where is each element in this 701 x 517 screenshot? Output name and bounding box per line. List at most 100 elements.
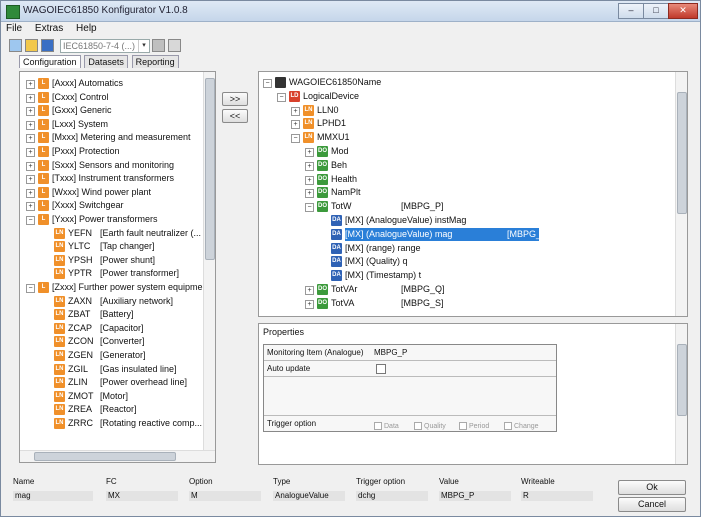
expand-icon[interactable]: +: [291, 106, 300, 116]
library-group-item[interactable]: + L [Xxxx] Switchgear: [20, 199, 200, 212]
library-leaf-item[interactable]: LN ZGIL [Gas insulated line]: [20, 363, 200, 376]
collapse-icon[interactable]: −: [26, 216, 35, 225]
library-tree-scrollbar[interactable]: [203, 72, 215, 450]
device-tree-item[interactable]: DA [MX] (AnalogueValue) instMag: [259, 214, 669, 227]
device-tree-item[interactable]: − LD LogicalDevice: [259, 90, 669, 103]
menu-file[interactable]: File: [1, 22, 27, 36]
property-value[interactable]: MBPG_P: [374, 345, 407, 360]
library-leaf-item[interactable]: LN ZCON [Converter]: [20, 335, 200, 348]
library-group-item[interactable]: + L [Pxxx] Protection: [20, 145, 200, 158]
remove-node-button[interactable]: <<: [222, 109, 248, 123]
library-leaf-item[interactable]: LN YLTC [Tap changer]: [20, 240, 200, 253]
device-tree-item[interactable]: − LN MMXU1: [259, 131, 669, 144]
collapse-icon[interactable]: −: [263, 79, 272, 88]
auto-update-checkbox[interactable]: [376, 364, 386, 374]
trigger-option-change[interactable]: Change: [504, 419, 539, 434]
new-icon[interactable]: [9, 39, 22, 52]
properties-scrollbar[interactable]: [675, 324, 687, 464]
ok-button[interactable]: Ok: [618, 480, 686, 495]
collapse-icon[interactable]: −: [277, 92, 286, 102]
expand-icon[interactable]: +: [26, 188, 35, 198]
device-tree-scrollbar[interactable]: [675, 72, 687, 316]
expand-icon[interactable]: +: [305, 148, 314, 157]
collapse-icon[interactable]: −: [291, 134, 300, 144]
chevron-down-icon[interactable]: ▾: [138, 40, 149, 52]
library-group-item[interactable]: + L [Sxxx] Sensors and monitoring: [20, 159, 200, 172]
maximize-button[interactable]: □: [643, 3, 669, 19]
library-leaf-item[interactable]: LN ZRRC [Rotating reactive comp...: [20, 417, 202, 430]
library-group-item[interactable]: + L [Txxx] Instrument transformers: [20, 172, 200, 185]
library-group-item[interactable]: + L [Gxxx] Generic: [20, 104, 200, 117]
expand-icon[interactable]: +: [26, 175, 35, 185]
minimize-button[interactable]: –: [618, 3, 644, 19]
properties-scroll-thumb[interactable]: [677, 344, 687, 416]
library-tree[interactable]: + L [Axxx] Automatics + L [Cxxx] Control + L [Gx…: [19, 71, 216, 463]
device-tree-item[interactable]: DA [MX] (range) range: [259, 242, 669, 255]
device-tree-item[interactable]: + LN LPHD1: [259, 117, 669, 130]
device-tree-item[interactable]: + LN LLN0: [259, 104, 669, 117]
library-tree-hscrollbar[interactable]: [20, 450, 215, 462]
tab-configuration[interactable]: Configuration: [19, 55, 81, 68]
device-tree-item[interactable]: DA [MX] (Quality) q: [259, 255, 669, 268]
expand-icon[interactable]: +: [26, 107, 35, 117]
library-group-item[interactable]: + L [Lxxx] System: [20, 118, 200, 131]
library-group-item[interactable]: + L [Wxxx] Wind power plant: [20, 186, 200, 199]
trigger-option-data[interactable]: Data: [374, 419, 399, 434]
expand-icon[interactable]: +: [305, 299, 314, 309]
library-leaf-item[interactable]: LN ZAXN [Auxiliary network]: [20, 295, 200, 308]
model-select[interactable]: IEC61850-7-4 (...) ▾: [60, 39, 150, 53]
expand-icon[interactable]: +: [26, 134, 35, 144]
device-tree-item[interactable]: DA [MX] (Timestamp) t: [259, 269, 669, 282]
tab-datasets[interactable]: Datasets: [84, 55, 128, 68]
device-tree-scroll-thumb[interactable]: [677, 92, 687, 214]
menu-help[interactable]: Help: [71, 22, 102, 36]
library-tree-hscroll-thumb[interactable]: [34, 452, 176, 461]
trigger-option-quality[interactable]: Quality: [414, 419, 446, 434]
menu-extras[interactable]: Extras: [30, 22, 68, 36]
library-leaf-item[interactable]: LN YEFN [Earth fault neutralizer (...: [20, 227, 201, 240]
tab-reporting[interactable]: Reporting: [131, 55, 179, 68]
library-group-item[interactable]: + L [Axxx] Automatics: [20, 77, 200, 90]
device-tree-item[interactable]: + DO NamPlt: [259, 186, 669, 199]
library-leaf-item[interactable]: LN YPSH [Power shunt]: [20, 254, 200, 267]
expand-icon[interactable]: +: [291, 120, 300, 130]
expand-icon[interactable]: +: [305, 286, 314, 295]
device-tree-item[interactable]: + DO Mod: [259, 145, 669, 158]
library-leaf-item[interactable]: LN ZREA [Reactor]: [20, 403, 200, 416]
expand-icon[interactable]: +: [305, 175, 314, 185]
library-leaf-item[interactable]: LN ZBAT [Battery]: [20, 308, 200, 321]
trigger-option-period[interactable]: Period: [459, 419, 489, 434]
library-group-item[interactable]: − L [Zxxx] Further power system equipme...: [20, 281, 210, 294]
expand-icon[interactable]: +: [26, 80, 35, 89]
library-leaf-item[interactable]: LN ZLIN [Power overhead line]: [20, 376, 200, 389]
library-group-item[interactable]: + L [Cxxx] Control: [20, 91, 200, 104]
library-leaf-item[interactable]: LN ZCAP [Capacitor]: [20, 322, 200, 335]
device-tree-item[interactable]: + DO Beh: [259, 159, 669, 172]
collapse-icon[interactable]: −: [305, 203, 314, 213]
expand-icon[interactable]: +: [26, 120, 35, 130]
info-icon[interactable]: [168, 39, 181, 52]
device-tree-item[interactable]: + DO TotVA [MBPG_S]: [259, 297, 669, 310]
device-tree-item[interactable]: + DO TotVAr [MBPG_Q]: [259, 283, 669, 296]
expand-icon[interactable]: +: [26, 161, 35, 171]
library-tree-scroll-thumb[interactable]: [205, 78, 215, 260]
library-leaf-item[interactable]: LN ZMOT [Motor]: [20, 390, 200, 403]
expand-icon[interactable]: +: [26, 148, 35, 157]
collapse-icon[interactable]: −: [26, 284, 35, 293]
expand-icon[interactable]: +: [26, 93, 35, 103]
device-tree-item[interactable]: − WAGOIEC61850Name: [259, 76, 669, 89]
library-group-item[interactable]: + L [Mxxx] Metering and measurement: [20, 131, 200, 144]
refresh-icon[interactable]: [152, 39, 165, 52]
close-button[interactable]: ✕: [668, 3, 698, 19]
open-folder-icon[interactable]: [25, 39, 38, 52]
device-tree[interactable]: − WAGOIEC61850Name − LD LogicalDevice + LN LLN0…: [258, 71, 688, 317]
library-leaf-item[interactable]: LN ZGEN [Generator]: [20, 349, 200, 362]
expand-icon[interactable]: +: [305, 189, 314, 199]
device-tree-item[interactable]: + DO Health: [259, 173, 669, 186]
library-group-item[interactable]: − L [Yxxx] Power transformers: [20, 213, 200, 226]
library-leaf-item[interactable]: LN YPTR [Power transformer]: [20, 267, 200, 280]
add-node-button[interactable]: >>: [222, 92, 248, 106]
expand-icon[interactable]: +: [305, 161, 314, 171]
save-icon[interactable]: [41, 39, 54, 52]
device-tree-item[interactable]: − DO TotW [MBPG_P]: [259, 200, 669, 213]
